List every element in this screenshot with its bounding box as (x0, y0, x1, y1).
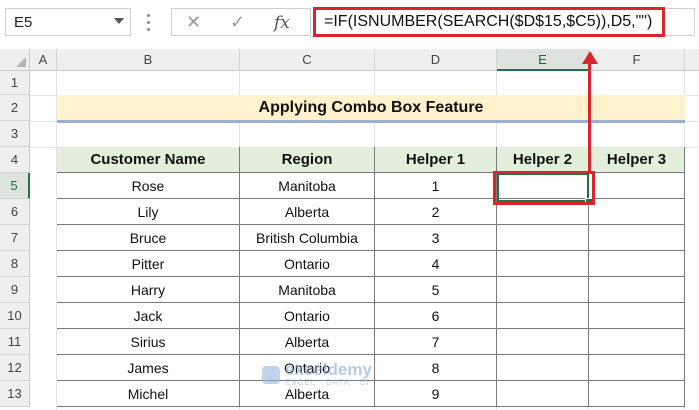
column-header-g[interactable] (685, 49, 699, 71)
table-cell[interactable] (589, 329, 685, 355)
formula-input[interactable]: =IF(ISNUMBER(SEARCH($D$15,$C5)),D5,"") (313, 7, 665, 37)
formula-buttons: ✕ ✓ fx (171, 8, 311, 36)
table-cell[interactable]: Manitoba (240, 277, 375, 303)
row-header-13[interactable]: 13 (0, 381, 30, 407)
table-cell[interactable]: Michel (57, 381, 240, 407)
chevron-down-icon[interactable] (114, 18, 124, 24)
table-cell[interactable] (497, 251, 589, 277)
table-cell[interactable] (497, 225, 589, 251)
table-cell[interactable]: 5 (375, 277, 497, 303)
formula-bar-extension[interactable] (665, 8, 695, 36)
table-cell[interactable]: 4 (375, 251, 497, 277)
row-header-5[interactable]: 5 (0, 173, 30, 199)
table-cell[interactable]: Jack (57, 303, 240, 329)
column-header-d[interactable]: D (375, 49, 497, 71)
table-cell[interactable] (589, 355, 685, 381)
exceldemy-logo-icon (262, 365, 280, 384)
column-header-a[interactable]: A (30, 49, 57, 71)
table-cell[interactable] (589, 251, 685, 277)
table-header-region[interactable]: Region (240, 147, 375, 173)
table-cell[interactable]: Alberta (240, 199, 375, 225)
table-cell[interactable]: James (57, 355, 240, 381)
row-header-9[interactable]: 9 (0, 277, 30, 303)
table-header-helper-2[interactable]: Helper 2 (497, 147, 589, 173)
row-header-7[interactable]: 7 (0, 225, 30, 251)
table-cell[interactable]: Sirius (57, 329, 240, 355)
highlight-box-active-cell (493, 171, 595, 205)
formula-toolbar: E5 ✕ ✓ fx =IF(ISNUMBER(SEARCH($D$15,$C5)… (0, 0, 699, 46)
table-cell[interactable] (589, 303, 685, 329)
table-cell[interactable] (497, 355, 589, 381)
table-cell[interactable]: 7 (375, 329, 497, 355)
more-options-icon[interactable] (147, 14, 150, 31)
table-cell[interactable] (497, 329, 589, 355)
table-cell[interactable]: Rose (57, 173, 240, 199)
table-cell[interactable] (497, 381, 589, 407)
row-header-1[interactable]: 1 (0, 71, 30, 95)
row-header-6[interactable]: 6 (0, 199, 30, 225)
column-header-e[interactable]: E (497, 49, 589, 71)
table-cell[interactable]: Manitoba (240, 173, 375, 199)
arrow-up-icon (582, 51, 598, 64)
table-cell[interactable] (589, 199, 685, 225)
name-box-value: E5 (14, 14, 33, 31)
table-header-helper-1[interactable]: Helper 1 (375, 147, 497, 173)
check-icon[interactable]: ✓ (230, 12, 245, 33)
watermark-name: exceldemy (285, 360, 372, 379)
table-header-helper-3[interactable]: Helper 3 (589, 147, 685, 173)
table-cell[interactable]: British Columbia (240, 225, 375, 251)
table-cell[interactable]: 6 (375, 303, 497, 329)
table-cell[interactable]: 3 (375, 225, 497, 251)
table-cell[interactable]: 8 (375, 355, 497, 381)
table-cell[interactable]: Lily (57, 199, 240, 225)
table-cell[interactable] (589, 173, 685, 199)
exceldemy-watermark: exceldemy EXCEL · DATA · BI (262, 360, 372, 387)
annotation-arrow-shaft (588, 62, 591, 172)
name-box[interactable]: E5 (5, 8, 131, 36)
table-header-customer-name[interactable]: Customer Name (57, 147, 240, 173)
table-cell[interactable] (497, 277, 589, 303)
select-all-corner[interactable] (0, 49, 30, 71)
table-cell[interactable] (589, 225, 685, 251)
table-cell[interactable]: Ontario (240, 251, 375, 277)
row-header-12[interactable]: 12 (0, 355, 30, 381)
row-header-11[interactable]: 11 (0, 329, 30, 355)
row-header-3[interactable]: 3 (0, 121, 30, 147)
cancel-icon[interactable]: ✕ (186, 12, 201, 33)
formula-text: =IF(ISNUMBER(SEARCH($D$15,$C5)),D5,"") (324, 13, 653, 30)
table-cell[interactable]: Alberta (240, 329, 375, 355)
table-cell[interactable]: Ontario (240, 303, 375, 329)
table-cell[interactable]: Pitter (57, 251, 240, 277)
watermark-tagline: EXCEL · DATA · BI (285, 378, 370, 387)
column-header-f[interactable]: F (589, 49, 685, 71)
column-header-c[interactable]: C (240, 49, 375, 71)
table-cell[interactable]: Harry (57, 277, 240, 303)
table-cell[interactable] (589, 277, 685, 303)
column-header-b[interactable]: B (57, 49, 240, 71)
insert-function-icon[interactable]: fx (274, 13, 290, 33)
row-header-8[interactable]: 8 (0, 251, 30, 277)
table-cell[interactable]: 1 (375, 173, 497, 199)
table-cell[interactable]: 9 (375, 381, 497, 407)
table-cell[interactable]: Bruce (57, 225, 240, 251)
table-cell[interactable] (589, 381, 685, 407)
row-header-4[interactable]: 4 (0, 147, 30, 173)
row-header-10[interactable]: 10 (0, 303, 30, 329)
row-header-2[interactable]: 2 (0, 95, 30, 121)
table-cell[interactable]: 2 (375, 199, 497, 225)
table-cell[interactable] (497, 303, 589, 329)
